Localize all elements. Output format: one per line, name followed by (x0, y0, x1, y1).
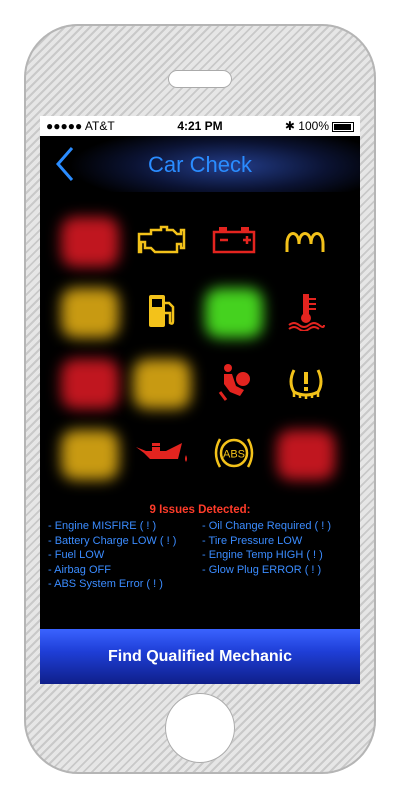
tire-pressure-icon (286, 362, 326, 407)
warning-light-cell (198, 206, 270, 278)
bluetooth-icon: ✱ (284, 119, 299, 133)
amber-warning-blob (61, 430, 119, 480)
battery-status: ✱ 100% (285, 119, 354, 133)
battery-percent: 100% (298, 119, 329, 133)
red-warning-blob (277, 430, 335, 480)
home-button[interactable] (165, 693, 235, 763)
battery-icon (211, 224, 257, 261)
fuel-icon (145, 291, 179, 336)
warning-light-cell (270, 206, 342, 278)
warning-light-cell (54, 206, 126, 278)
issue-item: - Glow Plug ERROR ( ! ) (202, 563, 322, 576)
issues-heading: 9 Issues Detected: (149, 504, 251, 516)
warning-light-cell (54, 419, 126, 491)
find-mechanic-button[interactable]: Find Qualified Mechanic (40, 629, 360, 684)
glow-plug-icon (283, 224, 329, 261)
warning-light-cell (126, 419, 198, 491)
issue-item: - Engine Temp HIGH ( ! ) (202, 549, 323, 561)
issue-item: - Battery Charge LOW ( ! ) (48, 534, 177, 547)
warning-light-cell (270, 348, 342, 420)
red-warning-blob (61, 359, 119, 409)
warning-light-cell (126, 348, 198, 420)
check-engine-icon (137, 222, 187, 263)
warning-light-cell (270, 419, 342, 491)
warning-light-cell (198, 277, 270, 349)
warning-light-cell: ABS (198, 419, 270, 491)
issue-item: - Engine MISFIRE ( ! ) (48, 520, 157, 532)
status-bar: ●●●●● AT&T 4:21 PM ✱ 100% (40, 116, 360, 136)
issues-list-left: - Engine MISFIRE ( ! ) - Battery Charge … (48, 519, 176, 592)
green-indicator-blob (205, 288, 263, 338)
app-screen: ●●●●● AT&T 4:21 PM ✱ 100% Car Check ABS … (40, 116, 360, 684)
nav-bar: Car Check (40, 136, 360, 192)
issues-panel: 9 Issues Detected: - Engine MISFIRE ( ! … (40, 504, 360, 590)
page-title: Car Check (148, 152, 252, 177)
red-warning-blob (61, 217, 119, 267)
abs-icon: ABS (212, 433, 256, 478)
speaker-grille (168, 70, 232, 88)
airbag-icon (214, 362, 254, 407)
issue-item: - Tire Pressure LOW (202, 534, 303, 547)
engine-temp-icon (286, 291, 326, 336)
issue-item: - Oil Change Required ( ! ) (202, 520, 331, 532)
issue-item: - Fuel LOW (48, 549, 105, 561)
warning-light-cell (126, 206, 198, 278)
issue-item: - Airbag OFF (48, 563, 111, 576)
warning-light-cell (198, 348, 270, 420)
warning-light-cell (54, 348, 126, 420)
oil-change-icon (134, 437, 190, 474)
amber-warning-blob (61, 288, 119, 338)
issue-item: - ABS System Error ( ! ) (48, 578, 163, 590)
amber-warning-blob (133, 359, 191, 409)
issues-list-right: - Oil Change Required ( ! ) - Tire Press… (202, 519, 331, 577)
button-area: Find Qualified Mechanic (40, 629, 360, 684)
svg-text:ABS: ABS (223, 448, 245, 460)
warning-light-cell (54, 277, 126, 349)
warning-light-cell (126, 277, 198, 349)
warning-light-cell (270, 277, 342, 349)
battery-icon (332, 121, 354, 132)
